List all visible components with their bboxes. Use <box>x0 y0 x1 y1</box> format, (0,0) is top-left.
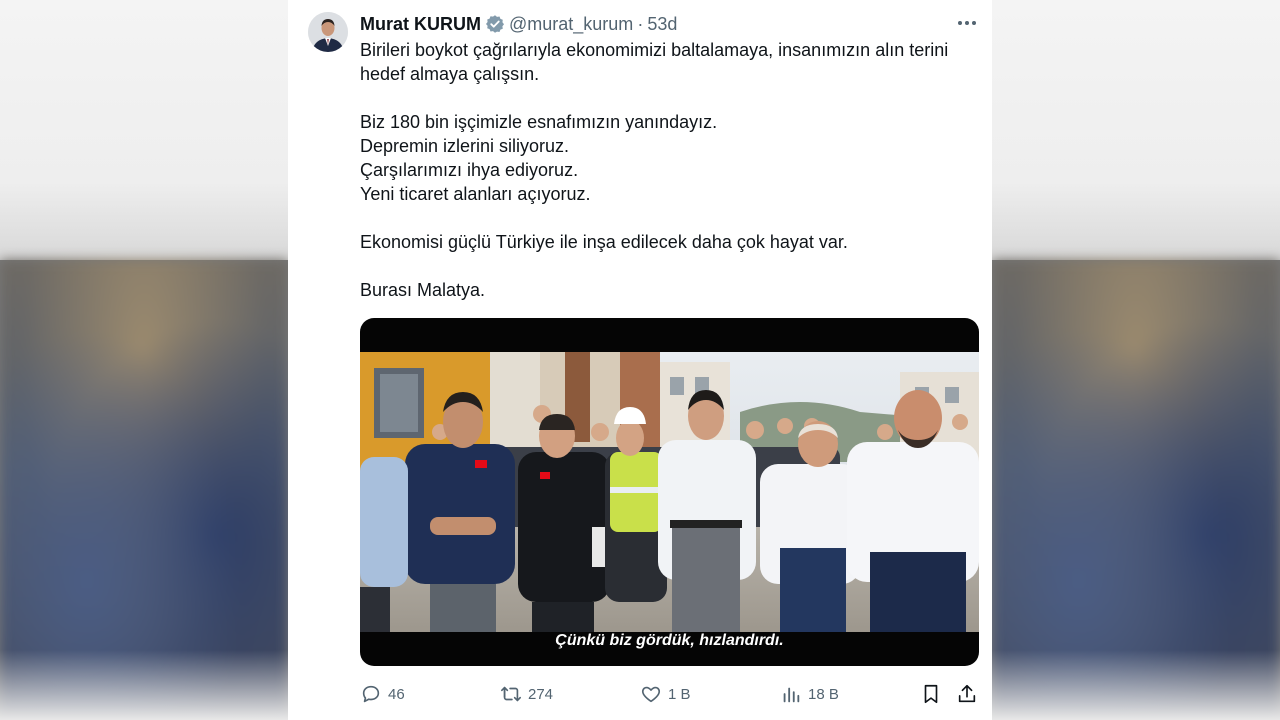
retweet-icon <box>501 686 521 702</box>
video-subtitle: Çünkü biz gördük, hızlandırdı. <box>555 632 784 649</box>
tweet-text-line: Biz 180 bin işçimizle esnafımızın yanınd… <box>360 112 718 132</box>
avatar[interactable] <box>308 12 348 52</box>
heart-icon <box>641 686 661 703</box>
retweet-count: 274 <box>528 685 554 703</box>
tweet-timestamp[interactable]: 53d <box>647 14 677 35</box>
reply-count: 46 <box>388 685 405 703</box>
views-button[interactable]: 18 B <box>780 680 839 708</box>
author-handle[interactable]: @murat_kurum <box>509 14 633 35</box>
tweet-text-line: Depremin izlerini siliyoruz. <box>360 136 570 156</box>
like-button[interactable]: 1 B <box>640 680 691 708</box>
tweet-header: Murat KURUM @murat_kurum · 53d <box>360 12 677 36</box>
tweet-text: Birileri boykot çağrılarıyla ekonomimizi… <box>360 38 972 302</box>
tweet-action-bar: 46 274 1 B 18 B <box>360 680 980 708</box>
tweet-text-line: Ekonomisi güçlü Türkiye ile inşa edilece… <box>360 232 848 252</box>
retweet-button[interactable]: 274 <box>500 680 553 708</box>
share-icon <box>958 684 976 703</box>
tweet-card: Murat KURUM @murat_kurum · 53d Birileri … <box>288 0 992 720</box>
blurred-background-right <box>992 0 1280 720</box>
author-name[interactable]: Murat KURUM <box>360 14 481 35</box>
blurred-background-left <box>0 0 288 720</box>
like-count: 1 B <box>668 685 691 703</box>
tweet-text-line: Çarşılarımızı ihya ediyoruz. <box>360 160 579 180</box>
bookmark-button[interactable] <box>920 680 942 708</box>
reply-icon <box>362 685 380 703</box>
more-horizontal-icon[interactable] <box>956 12 978 34</box>
bookmark-icon <box>924 684 938 704</box>
video-frame <box>360 352 979 632</box>
views-chart-icon <box>783 687 800 703</box>
verified-badge-icon <box>485 14 505 34</box>
reply-button[interactable]: 46 <box>360 680 405 708</box>
separator-dot: · <box>637 13 644 34</box>
tweet-text-line: Yeni ticaret alanları açıyoruz. <box>360 184 591 204</box>
tweet-text-line: Birileri boykot çağrılarıyla ekonomimizi… <box>360 40 949 84</box>
share-button[interactable] <box>956 680 978 708</box>
tweet-text-line: Burası Malatya. <box>360 280 486 300</box>
tweet-video[interactable]: Çünkü biz gördük, hızlandırdı. <box>360 318 979 666</box>
views-count: 18 B <box>808 685 839 703</box>
